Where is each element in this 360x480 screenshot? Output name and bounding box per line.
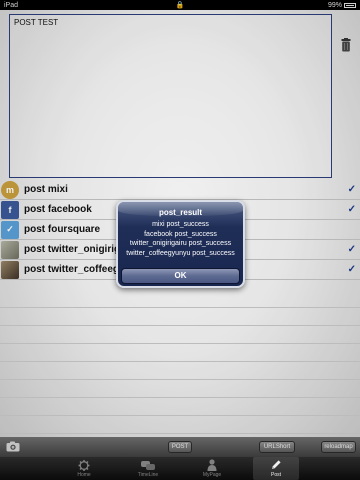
- alert-title: post_result: [158, 208, 203, 217]
- ok-button[interactable]: OK: [121, 268, 240, 284]
- alert-line: twitter_onigirigairu post_success: [129, 240, 232, 247]
- alert-line: twitter_coffeegyunyu post_success: [126, 249, 235, 257]
- alert-line: facebook post_success: [144, 230, 217, 238]
- post-result-alert: post_result mixi post_success facebook p…: [116, 200, 245, 288]
- alert-message: mixi post_success facebook post_success …: [118, 220, 243, 258]
- alert-line: mixi post_success: [152, 221, 209, 228]
